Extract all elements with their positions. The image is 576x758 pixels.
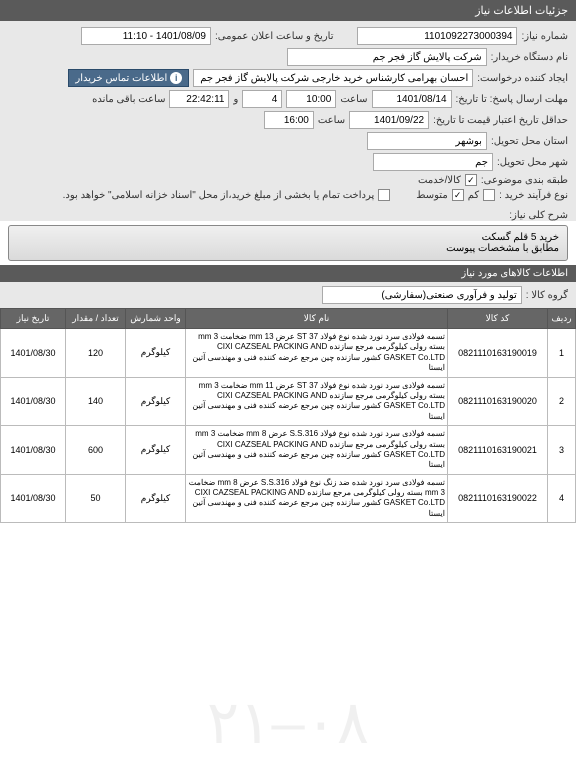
province-label: استان محل تحویل: xyxy=(491,136,568,147)
col-code: کد کالا xyxy=(448,309,548,329)
items-table: ردیف کد کالا نام کالا واحد شمارش تعداد /… xyxy=(0,308,576,523)
info-icon: i xyxy=(170,72,182,84)
buyer-field: شرکت پالایش گاز فجر جم xyxy=(287,48,487,66)
validity-date-field: 1401/09/22 xyxy=(349,111,429,129)
process-note: پرداخت تمام یا بخشی از مبلغ خرید،از محل … xyxy=(63,190,375,201)
cell-name: تسمه فولادی سرد نورد شده نوع فولاد ST 37… xyxy=(186,329,448,378)
cell-unit: کیلوگرم xyxy=(126,377,186,426)
contact-buyer-button[interactable]: i اطلاعات تماس خریدار xyxy=(68,69,189,87)
remain-time-field: 22:42:11 xyxy=(169,90,229,108)
cell-name: تسمه فولادی سرد نورد شده ضد زنگ نوع فولا… xyxy=(186,474,448,523)
col-name: نام کالا xyxy=(186,309,448,329)
deadline-label: مهلت ارسال پاسخ: تا تاریخ: xyxy=(456,94,568,105)
cell-qty: 140 xyxy=(66,377,126,426)
items-section-header: اطلاعات کالاهای مورد نیاز xyxy=(0,265,576,282)
cell-date: 1401/08/30 xyxy=(1,474,66,523)
cell-rownum: 1 xyxy=(548,329,576,378)
cell-unit: کیلوگرم xyxy=(126,329,186,378)
table-row: 30821110163190021تسمه فولادی سرد نورد شد… xyxy=(1,426,576,475)
cell-code: 0821110163190022 xyxy=(448,474,548,523)
remain-text: ساعت باقی مانده xyxy=(92,94,165,105)
creator-field: احسان بهرامی کارشناس خرید خارجی شرکت پال… xyxy=(193,69,473,87)
cell-qty: 120 xyxy=(66,329,126,378)
cell-unit: کیلوگرم xyxy=(126,426,186,475)
col-row: ردیف xyxy=(548,309,576,329)
pubdate-field: 1401/08/09 - 11:10 xyxy=(81,27,211,45)
desc-line1: خرید 5 قلم گسکت xyxy=(17,232,559,243)
cell-code: 0821110163190020 xyxy=(448,377,548,426)
group-label: گروه کالا : xyxy=(526,290,568,301)
cell-rownum: 4 xyxy=(548,474,576,523)
table-row: 10821110163190019تسمه فولادی سرد نورد شد… xyxy=(1,329,576,378)
cell-qty: 50 xyxy=(66,474,126,523)
creator-label: ایجاد کننده درخواست: xyxy=(477,73,568,84)
remain-days-field: 4 xyxy=(242,90,282,108)
contact-button-label: اطلاعات تماس خریدار xyxy=(75,73,167,84)
deadline-time-field: 10:00 xyxy=(286,90,336,108)
process-label: نوع فرآیند خرید : xyxy=(499,190,568,201)
city-label: شهر محل تحویل: xyxy=(497,157,568,168)
cell-rownum: 3 xyxy=(548,426,576,475)
cell-rownum: 2 xyxy=(548,377,576,426)
service-label: طبقه بندی موضوعی: xyxy=(481,175,568,186)
remain-and: و xyxy=(233,94,238,105)
process-low-label: کم xyxy=(468,190,479,201)
table-row: 40821110163190022تسمه فولادی سرد نورد شد… xyxy=(1,474,576,523)
pubdate-label: تاریخ و ساعت اعلان عمومی: xyxy=(215,31,334,42)
cell-code: 0821110163190021 xyxy=(448,426,548,475)
col-unit: واحد شمارش xyxy=(126,309,186,329)
cell-date: 1401/08/30 xyxy=(1,377,66,426)
cell-code: 0821110163190019 xyxy=(448,329,548,378)
group-row: گروه کالا : تولید و فرآوری صنعتی(سفارشی) xyxy=(0,282,576,308)
time-label-2: ساعت xyxy=(318,115,345,126)
process-mid-checkbox[interactable] xyxy=(452,189,464,201)
desc-line2: مطابق با مشخصات پیوست xyxy=(17,243,559,254)
cell-name: تسمه فولادی سرد نورد شده نوع فولاد ST 37… xyxy=(186,377,448,426)
table-row: 20821110163190020تسمه فولادی سرد نورد شد… xyxy=(1,377,576,426)
cell-qty: 600 xyxy=(66,426,126,475)
validity-label: حداقل تاریخ اعتبار قیمت تا تاریخ: xyxy=(433,115,568,126)
process-mid-label: متوسط xyxy=(416,190,447,201)
buyer-label: نام دستگاه خریدار: xyxy=(491,52,568,63)
cell-name: تسمه فولادی سرد نورد شده نوع فولاد S.S.3… xyxy=(186,426,448,475)
cell-date: 1401/08/30 xyxy=(1,426,66,475)
page-header: جزئیات اطلاعات نیاز xyxy=(0,0,576,21)
form-area: شماره نیاز: 1101092273000394 تاریخ و ساع… xyxy=(0,21,576,210)
cell-unit: کیلوگرم xyxy=(126,474,186,523)
col-date: تاریخ نیاز xyxy=(1,309,66,329)
service-checkbox[interactable] xyxy=(465,174,477,186)
time-label-1: ساعت xyxy=(340,94,367,105)
service-option: کالا/خدمت xyxy=(418,175,461,186)
page-title: جزئیات اطلاعات نیاز xyxy=(475,5,568,17)
treasury-checkbox[interactable] xyxy=(378,189,390,201)
deadline-date-field: 1401/08/14 xyxy=(372,90,452,108)
city-field: جم xyxy=(373,153,493,171)
validity-time-field: 16:00 xyxy=(264,111,314,129)
watermark: ۰۸–۲۱ xyxy=(207,688,369,758)
reqno-label: شماره نیاز: xyxy=(521,31,568,42)
process-low-checkbox[interactable] xyxy=(483,189,495,201)
reqno-field: 1101092273000394 xyxy=(357,27,517,45)
province-field: بوشهر xyxy=(367,132,487,150)
col-qty: تعداد / مقدار xyxy=(66,309,126,329)
description-box: خرید 5 قلم گسکت مطابق با مشخصات پیوست xyxy=(8,225,568,261)
desc-label: شرح کلی نیاز: xyxy=(509,210,568,221)
cell-date: 1401/08/30 xyxy=(1,329,66,378)
group-field: تولید و فرآوری صنعتی(سفارشی) xyxy=(322,286,522,304)
